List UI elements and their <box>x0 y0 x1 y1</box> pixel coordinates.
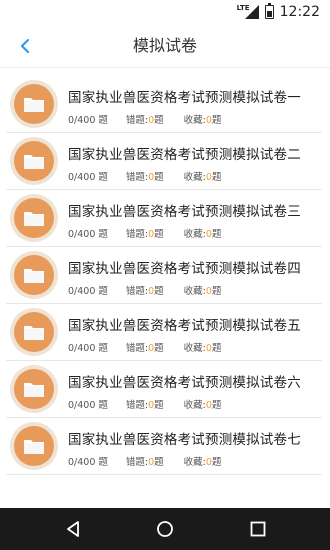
exam-title: 国家执业兽医资格考试预测模拟试卷六 <box>68 375 301 391</box>
fav-unit: 题 <box>211 457 222 468</box>
fav-unit: 题 <box>211 229 222 240</box>
folder-avatar <box>10 308 58 356</box>
page-title: 模拟试卷 <box>132 36 197 55</box>
exam-stats: 0/400 题错题:0题 收藏:0题 <box>68 112 221 126</box>
system-nav-bar <box>0 508 330 550</box>
circle-home-icon[interactable] <box>156 520 174 538</box>
exam-stats: 0/400 题错题:0题 收藏:0题 <box>68 454 221 468</box>
fav-label: 收藏: <box>183 400 206 411</box>
wrong-unit: 题 <box>154 172 164 183</box>
wrong-label: 错题: <box>125 286 149 297</box>
exam-title: 国家执业兽医资格考试预测模拟试卷七 <box>68 432 301 448</box>
folder-avatar <box>10 251 58 299</box>
progress-count: 0/400 题 <box>68 400 108 411</box>
exam-title: 国家执业兽医资格考试预测模拟试卷五 <box>68 318 301 334</box>
battery-icon <box>264 3 274 19</box>
folder-icon <box>24 383 44 397</box>
folder-avatar <box>10 137 58 185</box>
exam-stats: 0/400 题错题:0题 收藏:0题 <box>68 283 221 297</box>
wrong-label: 错题: <box>125 172 149 183</box>
list-item[interactable]: 国家执业兽医资格考试预测模拟试卷三 0/400 题错题:0题 收藏:0题 <box>6 190 322 247</box>
fav-unit: 题 <box>211 400 222 411</box>
fav-unit: 题 <box>211 115 222 126</box>
square-recent-icon[interactable] <box>249 520 267 538</box>
progress-count: 0/400 题 <box>68 229 108 240</box>
folder-icon <box>24 98 44 112</box>
fav-unit: 题 <box>211 286 222 297</box>
list-item[interactable]: 国家执业兽医资格考试预测模拟试卷六 0/400 题错题:0题 收藏:0题 <box>6 361 322 418</box>
list-item[interactable]: 国家执业兽医资格考试预测模拟试卷四 0/400 题错题:0题 收藏:0题 <box>6 247 322 304</box>
exam-title: 国家执业兽医资格考试预测模拟试卷三 <box>68 204 301 220</box>
signal-icon: LTE <box>237 5 259 19</box>
progress-count: 0/400 题 <box>68 286 108 297</box>
folder-icon <box>24 212 44 226</box>
wrong-unit: 题 <box>154 400 164 411</box>
list-item[interactable]: 国家执业兽医资格考试预测模拟试卷一 0/400 题错题:0题 收藏:0题 <box>6 76 322 133</box>
folder-avatar <box>10 194 58 242</box>
folder-icon <box>24 269 44 283</box>
wrong-label: 错题: <box>125 457 149 468</box>
list-item[interactable]: 国家执业兽医资格考试预测模拟试卷七 0/400 题错题:0题 收藏:0题 <box>6 418 322 475</box>
status-time: 12:22 <box>279 4 320 20</box>
folder-avatar <box>10 422 58 470</box>
exam-stats: 0/400 题错题:0题 收藏:0题 <box>68 169 221 183</box>
exam-list: 国家执业兽医资格考试预测模拟试卷一 0/400 题错题:0题 收藏:0题 国家执业… <box>0 76 330 475</box>
wrong-unit: 题 <box>154 229 164 240</box>
wrong-unit: 题 <box>154 115 164 126</box>
fav-label: 收藏: <box>183 457 206 468</box>
fav-label: 收藏: <box>183 343 206 354</box>
progress-count: 0/400 题 <box>68 172 108 183</box>
wrong-label: 错题: <box>125 343 149 354</box>
fav-label: 收藏: <box>183 172 206 183</box>
folder-avatar <box>10 80 58 128</box>
wrong-label: 错题: <box>125 400 149 411</box>
fav-label: 收藏: <box>183 115 206 126</box>
progress-count: 0/400 题 <box>68 457 108 468</box>
folder-avatar <box>10 365 58 413</box>
exam-title: 国家执业兽医资格考试预测模拟试卷一 <box>68 90 301 106</box>
triangle-back-icon[interactable] <box>64 520 82 538</box>
progress-count: 0/400 题 <box>68 115 108 126</box>
fav-label: 收藏: <box>183 286 206 297</box>
folder-icon <box>24 440 44 454</box>
wrong-unit: 题 <box>154 286 164 297</box>
folder-icon <box>24 155 44 169</box>
wrong-label: 错题: <box>125 115 149 126</box>
folder-icon <box>24 326 44 340</box>
fav-label: 收藏: <box>183 229 206 240</box>
wrong-unit: 题 <box>154 457 164 468</box>
wrong-unit: 题 <box>154 343 164 354</box>
wrong-label: 错题: <box>125 229 149 240</box>
progress-count: 0/400 题 <box>68 343 108 354</box>
exam-stats: 0/400 题错题:0题 收藏:0题 <box>68 397 221 411</box>
exam-stats: 0/400 题错题:0题 收藏:0题 <box>68 226 221 240</box>
exam-title: 国家执业兽医资格考试预测模拟试卷二 <box>68 147 301 163</box>
fav-unit: 题 <box>211 343 222 354</box>
exam-stats: 0/400 题错题:0题 收藏:0题 <box>68 340 221 354</box>
fav-unit: 题 <box>211 172 222 183</box>
app-header: 模拟试卷 <box>0 24 330 68</box>
list-item[interactable]: 国家执业兽医资格考试预测模拟试卷五 0/400 题错题:0题 收藏:0题 <box>6 304 322 361</box>
exam-title: 国家执业兽医资格考试预测模拟试卷四 <box>68 261 301 277</box>
status-bar: LTE 12:22 <box>0 0 330 24</box>
list-item[interactable]: 国家执业兽医资格考试预测模拟试卷二 0/400 题错题:0题 收藏:0题 <box>6 133 322 190</box>
